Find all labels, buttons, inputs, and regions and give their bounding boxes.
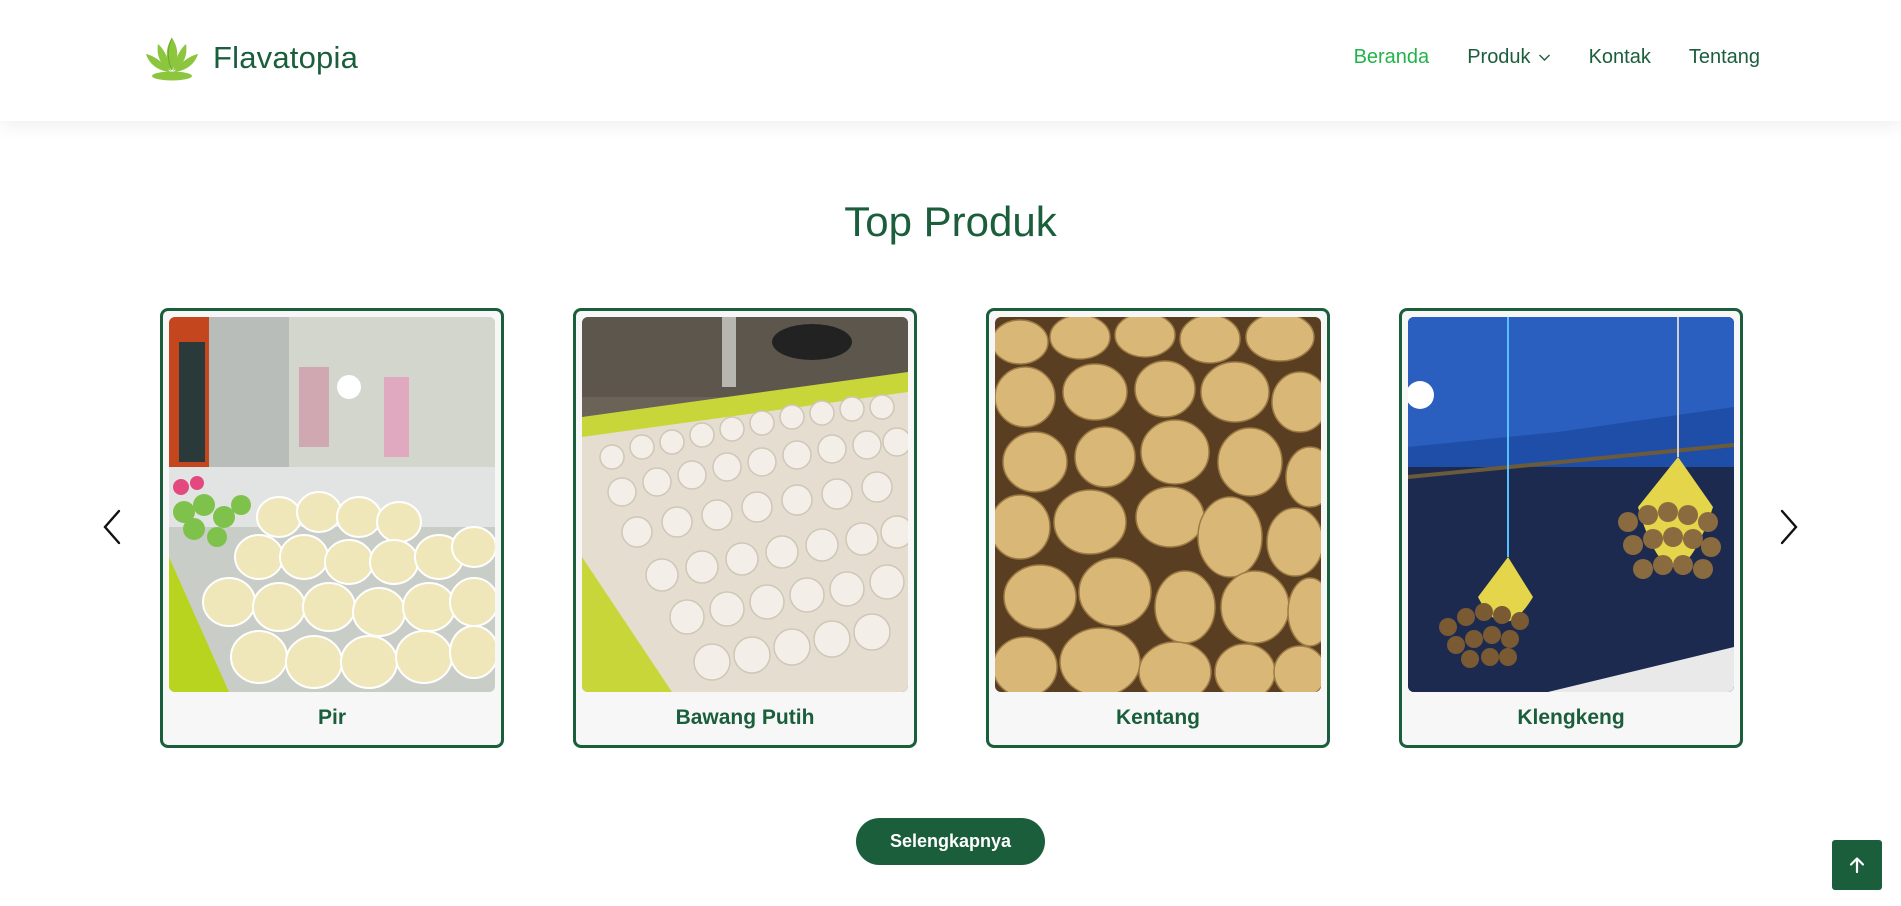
nav-item-produk[interactable]: Produk — [1467, 46, 1550, 69]
product-carousel: Pir Bawang Putih Kentang Klengkeng — [160, 308, 1743, 748]
product-image-klengkeng — [1408, 317, 1734, 692]
back-to-top-button[interactable] — [1832, 840, 1882, 890]
nav-item-label: Produk — [1467, 46, 1531, 68]
lotus-logo-icon — [146, 37, 198, 81]
product-card-kentang[interactable]: Kentang — [986, 308, 1330, 748]
potato-photo — [995, 317, 1321, 692]
product-name: Bawang Putih — [675, 706, 815, 729]
carousel-prev-button[interactable] — [97, 505, 127, 549]
nav-item-label: Beranda — [1353, 46, 1430, 68]
nav-item-label: Tentang — [1688, 46, 1760, 68]
nav-item-label: Kontak — [1588, 46, 1651, 68]
product-image-pir — [169, 317, 495, 692]
arrow-up-icon — [1849, 857, 1865, 874]
product-name: Pir — [317, 706, 346, 729]
chevron-right-icon — [1780, 509, 1798, 545]
site-header: Flavatopia Beranda Produk Kontak Tentang — [0, 0, 1901, 121]
nav-item-tentang[interactable]: Tentang — [1689, 46, 1760, 69]
garlic-photo — [582, 317, 908, 692]
product-card-bawang-putih[interactable]: Bawang Putih — [573, 308, 917, 748]
product-card-pir[interactable]: Pir — [160, 308, 504, 748]
chevron-left-icon — [103, 509, 121, 545]
brand-name: Flavatopia — [213, 40, 359, 75]
brand[interactable]: Flavatopia — [143, 34, 358, 82]
nav-item-kontak[interactable]: Kontak — [1589, 46, 1651, 69]
product-name: Kentang — [1116, 706, 1200, 729]
main-nav: Beranda Produk Kontak Tentang — [1354, 46, 1760, 69]
longan-photo — [1408, 317, 1734, 692]
carousel-next-button[interactable] — [1774, 505, 1804, 549]
product-image-bawang-putih — [582, 317, 908, 692]
section-title: Top Produk — [844, 198, 1057, 245]
product-card-klengkeng[interactable]: Klengkeng — [1399, 308, 1743, 748]
pear-photo — [169, 317, 495, 692]
chevron-down-icon — [1538, 54, 1550, 61]
nav-item-beranda[interactable]: Beranda — [1354, 46, 1430, 69]
product-name: Klengkeng — [1517, 706, 1625, 729]
see-more-button[interactable]: Selengkapnya — [856, 818, 1045, 865]
product-image-kentang — [995, 317, 1321, 692]
